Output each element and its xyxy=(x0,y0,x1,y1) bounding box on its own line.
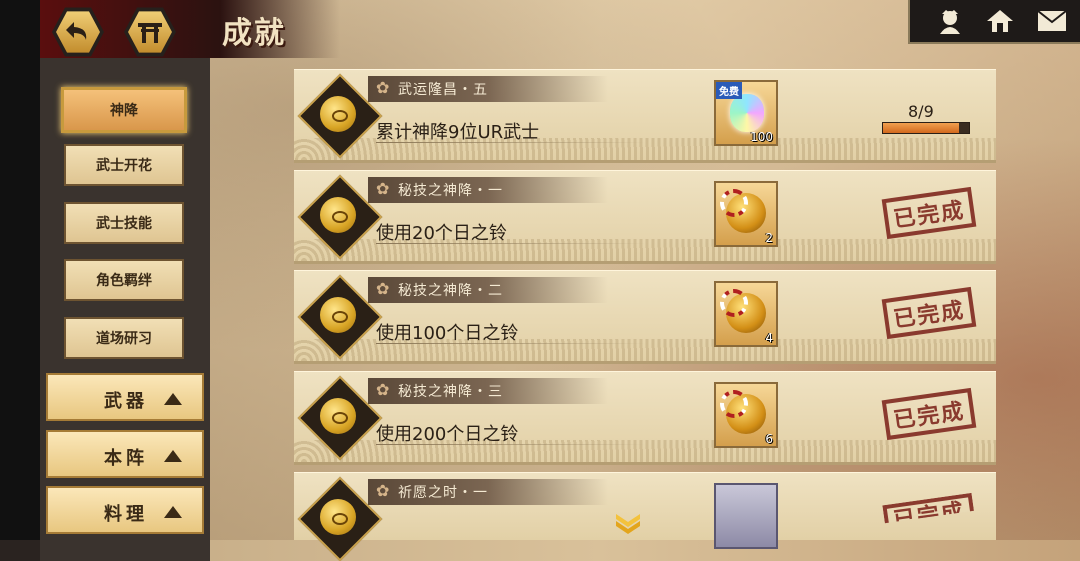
sidebar-item-samurai-bloom[interactable]: 武士开花 xyxy=(64,144,184,186)
reward-item[interactable]: 2 xyxy=(714,181,778,247)
achievement-name: 秘技之神降・二 xyxy=(398,283,503,299)
bell-badge-icon xyxy=(320,96,356,132)
divider xyxy=(376,444,646,445)
flower-icon: ✿ xyxy=(376,78,390,97)
torii-gate-icon xyxy=(128,11,172,53)
progress-fill xyxy=(883,123,960,133)
achievement-name: 祈愿之时・一 xyxy=(398,485,488,501)
achievement-description: 累计神降9位UR武士 xyxy=(376,122,540,143)
flower-icon: ✿ xyxy=(376,279,390,298)
reward-item[interactable]: 4 xyxy=(714,281,778,347)
sidebar-category-base[interactable]: 本阵 xyxy=(46,430,204,478)
achievement-name-tag: ✿ 秘技之神降・二 xyxy=(368,277,608,303)
category-label: 料理 xyxy=(104,504,148,525)
free-badge: 免费 xyxy=(716,82,742,99)
achievement-name-tag: ✿ 祈愿之时・一 xyxy=(368,479,608,505)
reward-item[interactable]: 免费 100 xyxy=(714,80,778,146)
progress-text: 8/9 xyxy=(908,102,934,121)
achievement-row[interactable]: ✿ 秘技之神降・三 使用200个日之铃 6 已完成 xyxy=(294,371,996,465)
divider xyxy=(376,343,646,344)
sidebar-item-samurai-skills[interactable]: 武士技能 xyxy=(64,202,184,244)
completed-stamp: 已完成 xyxy=(881,186,977,240)
sun-bell-icon xyxy=(720,189,766,233)
achievement-row[interactable]: ✿ 武运隆昌・五 累计神降9位UR武士 免费 100 8/9 xyxy=(294,69,996,163)
expand-arrow-icon xyxy=(164,506,182,518)
sidebar-item-shenjiang[interactable]: 神降 xyxy=(61,87,187,133)
sidebar-item-label: 角色羁绊 xyxy=(96,273,152,289)
reward-item[interactable] xyxy=(714,483,778,549)
progress-bar xyxy=(882,122,970,134)
bell-badge-icon xyxy=(320,197,356,233)
home-button[interactable] xyxy=(982,6,1018,36)
crystal-icon xyxy=(730,94,764,132)
mail-icon xyxy=(1037,10,1067,31)
achievement-description: 使用20个日之铃 xyxy=(376,223,507,244)
achievement-row[interactable]: ✿ 秘技之神降・二 使用100个日之铃 4 已完成 xyxy=(294,270,996,364)
sidebar-item-label: 道场研习 xyxy=(96,331,152,347)
sun-bell-icon xyxy=(720,390,766,434)
achievement-row[interactable]: ✿ 秘技之神降・一 使用20个日之铃 2 已完成 xyxy=(294,170,996,264)
character-button[interactable] xyxy=(932,6,968,36)
sidebar-category-cooking[interactable]: 料理 xyxy=(46,486,204,534)
category-label: 本阵 xyxy=(104,448,148,469)
divider xyxy=(376,142,646,143)
expand-arrow-icon xyxy=(164,450,182,462)
expand-arrow-icon xyxy=(164,393,182,405)
bell-badge-icon xyxy=(320,297,356,333)
home-icon xyxy=(987,10,1013,32)
divider xyxy=(376,243,646,244)
page-title: 成就 xyxy=(222,16,286,51)
completed-stamp: 已完成 xyxy=(881,387,977,441)
category-label: 武器 xyxy=(104,391,148,412)
screen-edge xyxy=(0,0,40,540)
reward-item[interactable]: 6 xyxy=(714,382,778,448)
sidebar-category-weapons[interactable]: 武器 xyxy=(46,373,204,421)
sidebar-item-dojo-study[interactable]: 道场研习 xyxy=(64,317,184,359)
achievement-name-tag: ✿ 秘技之神降・一 xyxy=(368,177,608,203)
bell-badge-icon xyxy=(320,499,356,535)
reward-count: 100 xyxy=(750,130,773,144)
sidebar-item-label: 武士开花 xyxy=(96,158,152,174)
flower-icon: ✿ xyxy=(376,179,390,198)
sidebar-item-label: 神降 xyxy=(110,103,138,119)
achievement-name-tag: ✿ 武运隆昌・五 xyxy=(368,76,608,102)
top-right-toolbar xyxy=(908,0,1080,44)
sidebar-item-character-bonds[interactable]: 角色羁绊 xyxy=(64,259,184,301)
scroll-down-icon[interactable] xyxy=(614,512,642,536)
back-arrow-icon xyxy=(56,11,100,53)
achievement-name: 秘技之神降・一 xyxy=(398,183,503,199)
achievement-name: 武运隆昌・五 xyxy=(398,82,488,98)
achievement-description: 使用100个日之铃 xyxy=(376,323,519,344)
flower-icon: ✿ xyxy=(376,481,390,500)
sidebar-item-label: 武士技能 xyxy=(96,216,152,232)
reward-count: 6 xyxy=(765,432,773,446)
achievement-description: 使用200个日之铃 xyxy=(376,424,519,445)
reward-count: 2 xyxy=(765,231,773,245)
achievement-name: 秘技之神降・三 xyxy=(398,384,503,400)
mail-button[interactable] xyxy=(1034,6,1070,36)
sun-bell-icon xyxy=(720,289,766,333)
completed-stamp: 已完成 xyxy=(881,286,977,340)
flower-icon: ✿ xyxy=(376,380,390,399)
bell-badge-icon xyxy=(320,398,356,434)
character-icon xyxy=(940,10,960,34)
completed-stamp: 已完成 xyxy=(882,493,975,535)
achievement-row[interactable]: ✿ 祈愿之时・一 已完成 xyxy=(294,472,996,561)
achievement-name-tag: ✿ 秘技之神降・三 xyxy=(368,378,608,404)
reward-count: 4 xyxy=(765,331,773,345)
